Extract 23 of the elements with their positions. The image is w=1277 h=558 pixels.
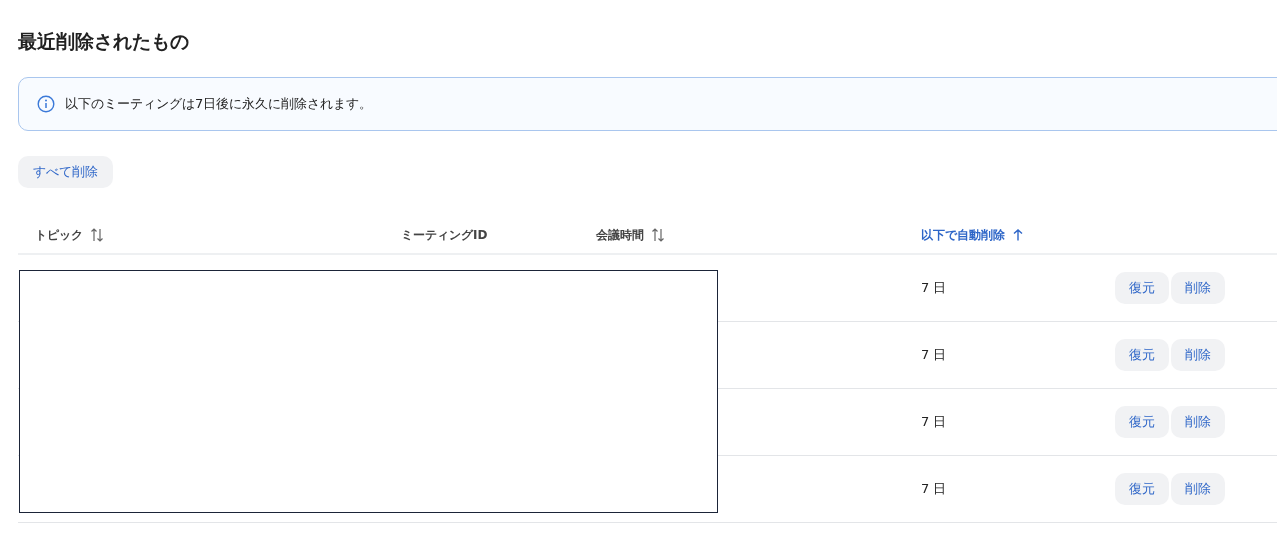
auto-delete-cell: 7 日	[921, 414, 947, 429]
column-header[interactable]: 会議時間	[596, 226, 644, 244]
row-action-button[interactable]: 復元	[1115, 473, 1169, 505]
sort-icon[interactable]	[91, 228, 103, 242]
auto-delete-cell: 7 日	[921, 280, 947, 295]
row-action-button[interactable]: 削除	[1171, 272, 1225, 304]
row-action-button[interactable]: 削除	[1171, 406, 1225, 438]
sort-ascending-icon[interactable]	[1013, 229, 1023, 241]
auto-delete-cell: 7 日	[921, 481, 947, 496]
info-icon	[37, 95, 55, 113]
delete-all-button[interactable]: すべて削除	[18, 156, 113, 188]
page-title: 最近削除されたもの	[18, 29, 190, 54]
row-action-button[interactable]: 削除	[1171, 339, 1225, 371]
row-action-button[interactable]: 復元	[1115, 272, 1169, 304]
info-message: 以下のミーティングは7日後に永久に削除されます。	[65, 95, 373, 113]
row-action-button[interactable]: 削除	[1171, 473, 1225, 505]
column-header[interactable]: トピック	[35, 226, 83, 244]
row-action-button[interactable]: 復元	[1115, 339, 1169, 371]
row-action-button[interactable]: 復元	[1115, 406, 1169, 438]
auto-delete-cell: 7 日	[921, 347, 947, 362]
column-header[interactable]: ミーティングID	[401, 226, 488, 244]
sort-icon[interactable]	[652, 228, 664, 242]
column-header[interactable]: 以下で自動削除	[921, 226, 1005, 244]
